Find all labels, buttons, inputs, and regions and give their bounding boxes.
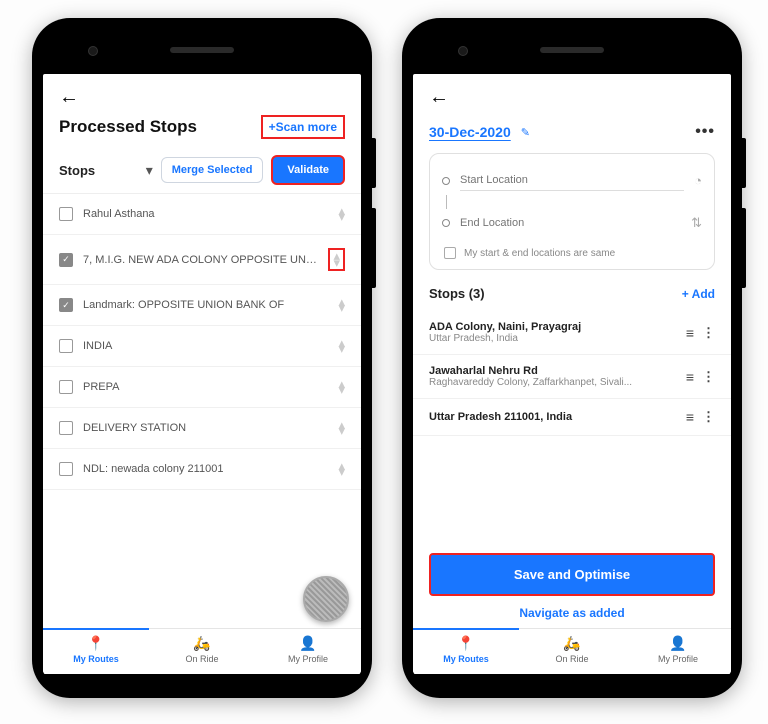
stop-row[interactable]: DELIVERY STATION ▴▾	[43, 408, 361, 449]
navigate-as-added-link[interactable]: Navigate as added	[429, 606, 715, 620]
stop-title: Jawaharlal Nehru Rd	[429, 365, 678, 377]
bottom-nav: 📍 My Routes 🛵 On Ride 👤 My Profile	[413, 628, 731, 674]
checkbox[interactable]	[59, 421, 73, 435]
planned-stop-row[interactable]: Jawaharlal Nehru Rd Raghavareddy Colony,…	[413, 355, 731, 399]
stop-menu-icon[interactable]: ⋮	[702, 325, 715, 341]
nav-my-routes[interactable]: 📍 My Routes	[43, 629, 149, 674]
nav-my-profile[interactable]: 👤 My Profile	[625, 629, 731, 674]
checkbox[interactable]	[59, 339, 73, 353]
profile-icon: 👤	[255, 635, 361, 652]
checkbox[interactable]: ✓	[59, 298, 73, 312]
stop-title: ADA Colony, Naini, Prayagraj	[429, 321, 678, 333]
stop-label: Landmark: OPPOSITE UNION BANK OF	[83, 299, 328, 311]
drag-handle-icon[interactable]: ▴▾	[338, 208, 345, 221]
speaker-grille	[540, 47, 604, 53]
pin-icon: 📍	[413, 635, 519, 652]
speaker-grille	[170, 47, 234, 53]
edit-date-icon[interactable]: ✎	[521, 126, 530, 139]
reorder-handle-icon[interactable]: ≡	[686, 409, 694, 425]
nav-label: My Profile	[288, 654, 328, 664]
scanned-image-fab[interactable]	[303, 576, 349, 622]
stop-label: 7, M.I.G. NEW ADA COLONY OPPOSITE UNION …	[83, 254, 318, 266]
same-location-checkbox[interactable]	[444, 247, 456, 259]
drag-handle-icon[interactable]: ▴▾	[338, 422, 345, 435]
stop-label: DELIVERY STATION	[83, 422, 328, 434]
stop-row[interactable]: ✓ 7, M.I.G. NEW ADA COLONY OPPOSITE UNIO…	[43, 235, 361, 285]
drag-handle-icon[interactable]: ▴▾	[338, 381, 345, 394]
back-icon[interactable]: ←	[59, 86, 79, 109]
route-date-link[interactable]: 30-Dec-2020	[429, 124, 511, 140]
checkbox[interactable]	[59, 462, 73, 476]
back-icon[interactable]: ←	[429, 86, 449, 109]
end-location-input[interactable]	[460, 213, 681, 233]
front-camera	[458, 46, 468, 56]
nav-my-routes[interactable]: 📍 My Routes	[413, 629, 519, 674]
stop-row[interactable]: INDIA ▴▾	[43, 326, 361, 367]
stop-label: Rahul Asthana	[83, 208, 328, 220]
validate-button[interactable]: Validate	[271, 155, 345, 185]
stop-title: Uttar Pradesh 211001, India	[429, 411, 678, 423]
nav-on-ride[interactable]: 🛵 On Ride	[149, 629, 255, 674]
planned-stop-row[interactable]: Uttar Pradesh 211001, India ≡ ⋮	[413, 399, 731, 436]
nav-label: On Ride	[555, 654, 588, 664]
page-title: Processed Stops	[59, 117, 197, 137]
stop-menu-icon[interactable]: ⋮	[702, 369, 715, 385]
drag-handle-icon[interactable]: ▴▾	[338, 299, 345, 312]
stop-label: PREPA	[83, 381, 328, 393]
add-stop-button[interactable]: + Add	[682, 287, 715, 301]
swap-icon[interactable]: ⇅	[691, 215, 702, 231]
stop-row[interactable]: NDL: newada colony 211001 ▴▾	[43, 449, 361, 490]
nav-indicator	[43, 628, 149, 630]
same-location-label: My start & end locations are same	[464, 248, 615, 259]
stops-count-label: Stops (3)	[429, 286, 485, 301]
stops-label: Stops	[59, 163, 95, 178]
reorder-handle-icon[interactable]: ≡	[686, 369, 694, 385]
planned-stop-row[interactable]: ADA Colony, Naini, Prayagraj Uttar Prade…	[413, 311, 731, 355]
stop-row[interactable]: Rahul Asthana ▴▾	[43, 194, 361, 235]
checkbox[interactable]: ✓	[59, 253, 73, 267]
start-location-input[interactable]	[460, 170, 684, 191]
stop-row[interactable]: PREPA ▴▾	[43, 367, 361, 408]
stop-subtitle: Uttar Pradesh, India	[429, 333, 678, 344]
scooter-icon: 🛵	[519, 635, 625, 652]
route-plan-screen: ← 30-Dec-2020 ✎ ••• ◔	[413, 74, 731, 674]
stops-list: Rahul Asthana ▴▾ ✓ 7, M.I.G. NEW ADA COL…	[43, 194, 361, 628]
clock-icon[interactable]: ◔	[694, 173, 702, 188]
pin-icon: 📍	[43, 635, 149, 652]
stop-subtitle: Raghavareddy Colony, Zaffarkhanpet, Siva…	[429, 377, 678, 388]
scooter-icon: 🛵	[149, 635, 255, 652]
checkbox[interactable]	[59, 207, 73, 221]
filter-icon[interactable]: ▾	[146, 162, 153, 179]
stop-label: INDIA	[83, 340, 328, 352]
nav-label: My Routes	[73, 654, 119, 664]
end-dot-icon	[442, 219, 450, 227]
stop-menu-icon[interactable]: ⋮	[702, 409, 715, 425]
processed-stops-screen: ← Processed Stops +Scan more Stops ▾ Mer…	[43, 74, 361, 674]
profile-icon: 👤	[625, 635, 731, 652]
stop-label: NDL: newada colony 211001	[83, 463, 328, 475]
nav-label: My Routes	[443, 654, 489, 664]
checkbox[interactable]	[59, 380, 73, 394]
front-camera	[88, 46, 98, 56]
bottom-nav: 📍 My Routes 🛵 On Ride 👤 My Profile	[43, 628, 361, 674]
route-connector-icon	[446, 195, 447, 209]
nav-label: My Profile	[658, 654, 698, 664]
nav-on-ride[interactable]: 🛵 On Ride	[519, 629, 625, 674]
save-optimise-button[interactable]: Save and Optimise	[429, 553, 715, 596]
scan-more-button[interactable]: +Scan more	[261, 115, 345, 139]
nav-label: On Ride	[185, 654, 218, 664]
more-options-icon[interactable]: •••	[695, 123, 715, 141]
stop-row[interactable]: ✓ Landmark: OPPOSITE UNION BANK OF ▴▾	[43, 285, 361, 326]
start-dot-icon	[442, 177, 450, 185]
merge-selected-button[interactable]: Merge Selected	[161, 157, 264, 183]
drag-handle-icon[interactable]: ▴▾	[338, 340, 345, 353]
drag-handle-icon[interactable]: ▴▾	[338, 463, 345, 476]
nav-indicator	[413, 628, 519, 630]
location-card: ◔ ⇅ My start & end locations are same	[429, 153, 715, 270]
drag-handle-icon[interactable]: ▴▾	[328, 248, 345, 271]
reorder-handle-icon[interactable]: ≡	[686, 325, 694, 341]
nav-my-profile[interactable]: 👤 My Profile	[255, 629, 361, 674]
